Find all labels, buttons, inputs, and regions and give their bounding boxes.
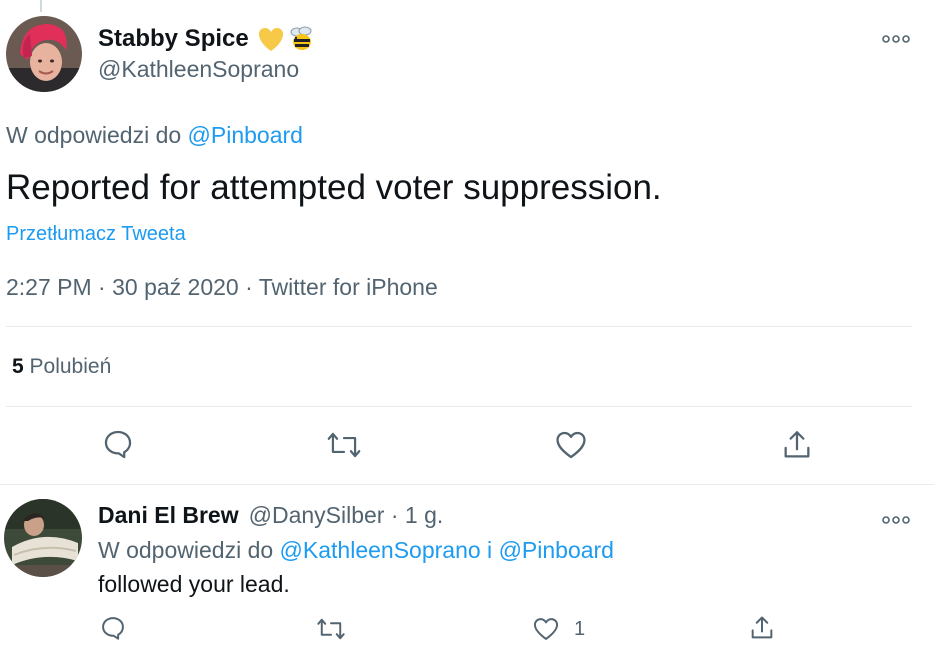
like-icon [554,428,588,462]
retweet-button[interactable] [316,615,346,643]
reply-author-name[interactable]: Dani El Brew [98,502,239,529]
likes-count: 5 [12,355,24,378]
like-icon [532,615,560,643]
share-icon [780,428,814,462]
thread-connector [40,0,42,12]
reply-prefix: W odpowiedzi do [98,537,274,563]
divider [0,484,934,485]
author-handle[interactable]: @KathleenSoprano [98,56,299,83]
tweet-source[interactable]: Twitter for iPhone [259,274,438,300]
reply-age[interactable]: 1 g. [405,502,443,529]
reply-icon [99,614,127,642]
reply-to-link[interactable]: @Pinboard [188,122,303,148]
retweet-button[interactable] [326,428,362,462]
more-options-icon[interactable] [882,509,910,530]
yellow-heart-icon [257,26,285,52]
divider [6,406,912,407]
like-button[interactable] [554,428,588,462]
avatar-dani-el-brew[interactable] [4,499,82,577]
share-button[interactable] [748,614,776,642]
reply-context: W odpowiedzi do @KathleenSoprano i @Pinb… [98,537,614,564]
like-button[interactable]: 1 [532,615,585,643]
reply-to-link[interactable]: @Pinboard [499,537,614,563]
reply-icon [101,427,135,461]
likes-label: Polubień [29,355,112,378]
divider [6,326,912,327]
translate-link[interactable]: Przetłumacz Tweeta [6,223,186,246]
likes-stat[interactable]: 5 Polubień [12,355,111,379]
tweet-time[interactable]: 2:27 PM [6,274,92,300]
reply-text: followed your lead. [98,571,290,597]
like-count: 1 [574,617,586,640]
retweet-icon [316,615,346,643]
reply-header: Dani El Brew @DanySilber · 1 g. [98,502,443,529]
reply-to-link[interactable]: @KathleenSoprano [280,537,481,563]
reply-prefix: W odpowiedzi do [6,122,182,148]
reply-button[interactable] [99,614,127,642]
meta-separator: · [98,274,113,300]
tweet-text: Reported for attempted voter suppression… [6,168,662,207]
tweet-date[interactable]: 30 paź 2020 [112,274,239,300]
share-icon [748,614,776,642]
retweet-icon [326,428,362,462]
reply-context: W odpowiedzi do @Pinboard [6,122,303,149]
avatar-stabby-spice[interactable] [6,16,82,92]
reply-author-handle[interactable]: @DanySilber [249,502,385,529]
share-button[interactable] [780,428,814,462]
tweet-meta: 2:27 PM · 30 paź 2020 · Twitter for iPho… [6,274,438,301]
reply-button[interactable] [101,427,135,461]
bee-icon [287,24,317,54]
more-options-icon[interactable] [882,28,910,49]
author-name[interactable]: Stabby Spice [98,25,249,53]
meta-separator: · [384,502,405,528]
meta-separator: · [245,274,259,300]
reply-connector: i [487,537,493,563]
